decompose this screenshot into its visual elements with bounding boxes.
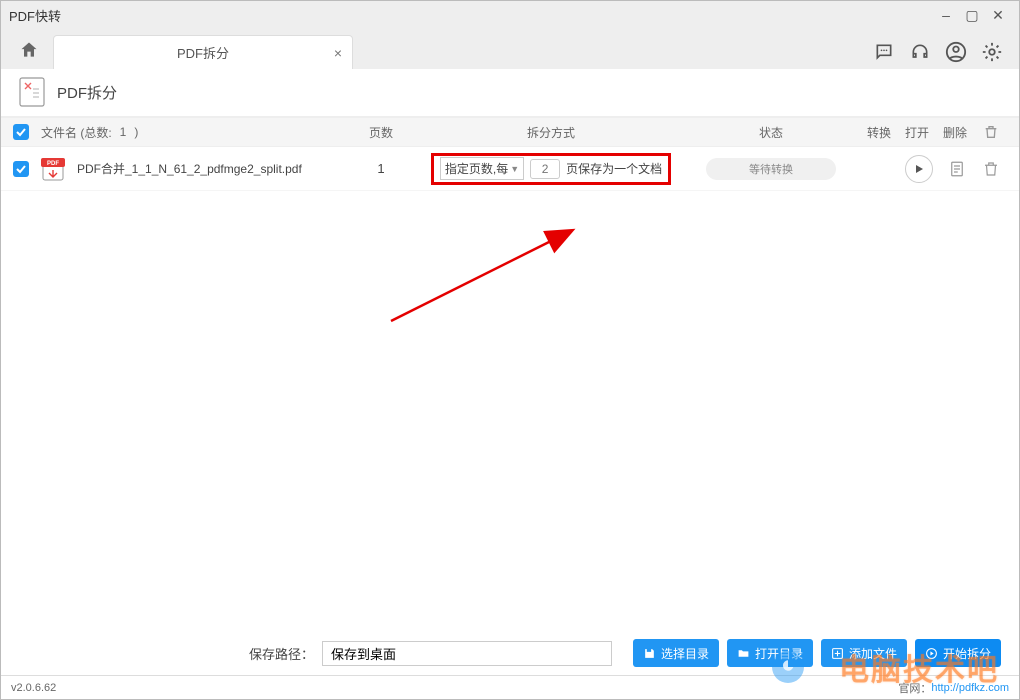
list-header: 文件名 (总数:1) 页数 拆分方式 状态 转换 打开 删除 xyxy=(1,117,1019,147)
start-split-button[interactable]: 开始拆分 xyxy=(915,639,1001,667)
plus-icon xyxy=(831,647,844,660)
chevron-down-icon: ▼ xyxy=(510,164,519,174)
annotation-arrow xyxy=(381,221,601,331)
split-mode-select[interactable]: 指定页数,每▼ xyxy=(440,157,524,180)
add-file-button[interactable]: 添加文件 xyxy=(821,639,907,667)
save-path-label: 保存路径： xyxy=(249,644,314,663)
delete-row-button[interactable] xyxy=(981,159,1001,179)
toolbar: PDF拆分 × xyxy=(1,29,1019,69)
pdf-file-icon: PDF xyxy=(41,156,69,182)
home-button[interactable] xyxy=(11,35,47,65)
svg-text:PDF: PDF xyxy=(47,161,59,167)
headphones-icon[interactable] xyxy=(909,41,931,63)
split-mode-highlight: 指定页数,每▼ 页保存为一个文档 xyxy=(431,153,671,185)
col-actions-head: 转换 打开 删除 xyxy=(841,122,1019,142)
select-all-checkbox[interactable] xyxy=(13,124,29,140)
save-path-input[interactable] xyxy=(322,641,612,666)
title-bar: PDF快转 – ▢ ✕ xyxy=(1,1,1019,29)
footer-bar: 保存路径： 选择目录 打开目录 添加文件 开始拆分 xyxy=(1,633,1019,673)
col-mode: 拆分方式 xyxy=(401,124,701,141)
mode-suffix-text: 页保存为一个文档 xyxy=(566,160,662,177)
user-icon[interactable] xyxy=(945,41,967,63)
pages-value: 1 xyxy=(361,161,401,176)
minimize-button[interactable]: – xyxy=(933,7,959,23)
clear-all-icon[interactable] xyxy=(981,122,1001,142)
tab-title: PDF拆分 xyxy=(68,43,338,62)
status-bar: v2.0.6.62 官网： http://pdfkz.com xyxy=(1,675,1019,699)
pdf-split-page-icon xyxy=(19,77,47,109)
tab-close-button[interactable]: × xyxy=(334,45,342,61)
open-file-button[interactable] xyxy=(947,159,967,179)
save-icon xyxy=(643,647,656,660)
col-status: 状态 xyxy=(701,124,841,141)
page-header: PDF拆分 xyxy=(1,69,1019,117)
row-checkbox[interactable] xyxy=(13,161,29,177)
choose-dir-button[interactable]: 选择目录 xyxy=(633,639,719,667)
col-filename: 文件名 (总数:1) xyxy=(41,124,361,141)
close-button[interactable]: ✕ xyxy=(985,7,1011,24)
chat-icon[interactable] xyxy=(873,41,895,63)
home-icon xyxy=(19,40,39,60)
version-text: v2.0.6.62 xyxy=(11,682,56,694)
col-pages: 页数 xyxy=(361,124,401,141)
file-row: PDF PDF合并_1_1_N_61_2_pdfmge2_split.pdf 1… xyxy=(1,147,1019,191)
gear-icon[interactable] xyxy=(981,41,1003,63)
filename: PDF合并_1_1_N_61_2_pdfmge2_split.pdf xyxy=(77,160,302,177)
maximize-button[interactable]: ▢ xyxy=(959,7,985,24)
app-title: PDF快转 xyxy=(9,6,61,25)
tab-pdf-split[interactable]: PDF拆分 × xyxy=(53,35,353,69)
convert-button[interactable] xyxy=(905,155,933,183)
play-circle-icon xyxy=(925,647,938,660)
site-label: 官网： xyxy=(898,680,931,696)
folder-icon xyxy=(737,647,750,660)
site-url[interactable]: http://pdfkz.com xyxy=(931,682,1009,694)
status-pill: 等待转换 xyxy=(706,158,836,180)
page-title: PDF拆分 xyxy=(57,82,117,103)
open-dir-button[interactable]: 打开目录 xyxy=(727,639,813,667)
pages-per-doc-input[interactable] xyxy=(530,159,560,179)
